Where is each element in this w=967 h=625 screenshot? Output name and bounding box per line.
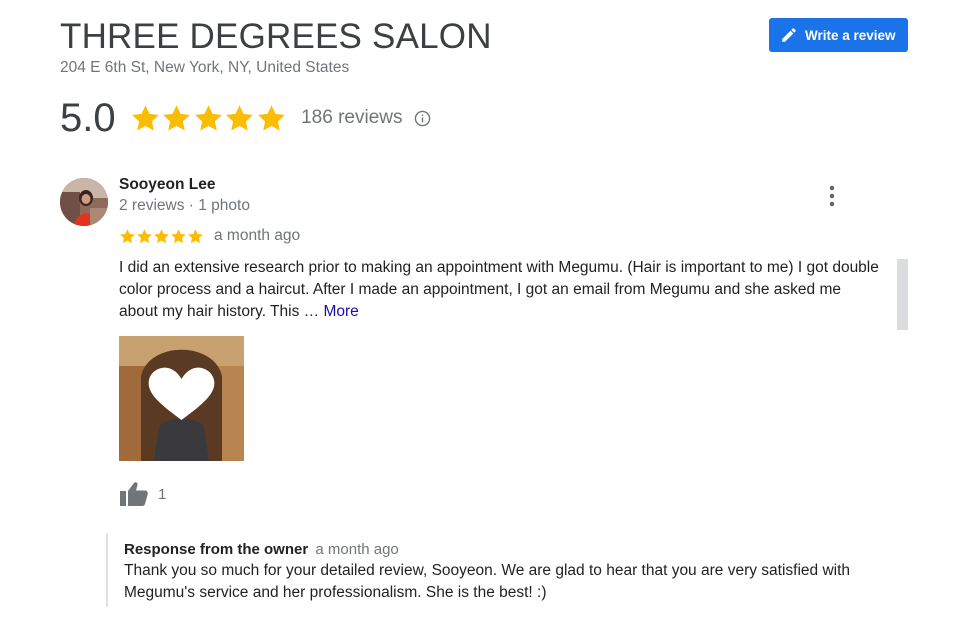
business-address: 204 E 6th St, New York, NY, United State… <box>60 59 350 76</box>
star-icon <box>131 104 159 131</box>
thumb-up-icon[interactable] <box>119 481 149 507</box>
avatar-image <box>60 178 108 226</box>
info-icon[interactable] <box>414 110 431 127</box>
star-icon <box>188 228 203 243</box>
review-page: THREE DEGREES SALON 204 E 6th St, New Yo… <box>0 0 967 625</box>
star-icon <box>137 228 152 243</box>
reviewer-meta: 2 reviews · 1 photo <box>119 197 250 214</box>
business-name: THREE DEGREES SALON <box>60 17 492 56</box>
star-icon <box>154 228 169 243</box>
star-icon <box>163 104 190 131</box>
business-rating-row: 5.0 186 reviews <box>60 93 431 143</box>
more-link[interactable]: More <box>323 303 358 320</box>
like-count: 1 <box>158 485 167 503</box>
write-review-button[interactable]: Write a review <box>769 18 908 52</box>
review-text: I did an extensive research prior to mak… <box>119 257 879 323</box>
star-icon <box>194 104 222 131</box>
star-icon <box>257 104 285 131</box>
review-date: a month ago <box>214 227 301 244</box>
write-review-label: Write a review <box>805 27 896 43</box>
review-body: I did an extensive research prior to mak… <box>119 259 879 320</box>
review-photo-image <box>119 336 244 461</box>
star-icon <box>171 228 186 243</box>
owner-response-date: a month ago <box>315 541 399 558</box>
review-photo[interactable] <box>119 336 244 461</box>
like-row: 1 <box>119 481 166 507</box>
star-icon <box>226 104 253 131</box>
reviewer-name[interactable]: Sooyeon Lee <box>119 176 215 194</box>
review-count[interactable]: 186 reviews <box>301 107 402 129</box>
review-rating-row: a month ago <box>119 226 300 246</box>
owner-response: Response from the owner a month ago Than… <box>106 533 896 607</box>
owner-response-text: Thank you so much for your detailed revi… <box>124 562 851 601</box>
owner-response-header: Response from the owner a month ago <box>124 541 896 558</box>
star-icon <box>120 228 135 243</box>
rating-value: 5.0 <box>60 95 116 140</box>
rating-stars <box>130 103 288 134</box>
scrollbar-thumb[interactable] <box>897 259 908 330</box>
pencil-icon <box>782 28 796 42</box>
reviewer-avatar[interactable] <box>60 178 108 226</box>
owner-response-label: Response from the owner <box>124 541 309 558</box>
review-stars <box>119 228 204 245</box>
more-vert-icon[interactable] <box>822 183 842 209</box>
